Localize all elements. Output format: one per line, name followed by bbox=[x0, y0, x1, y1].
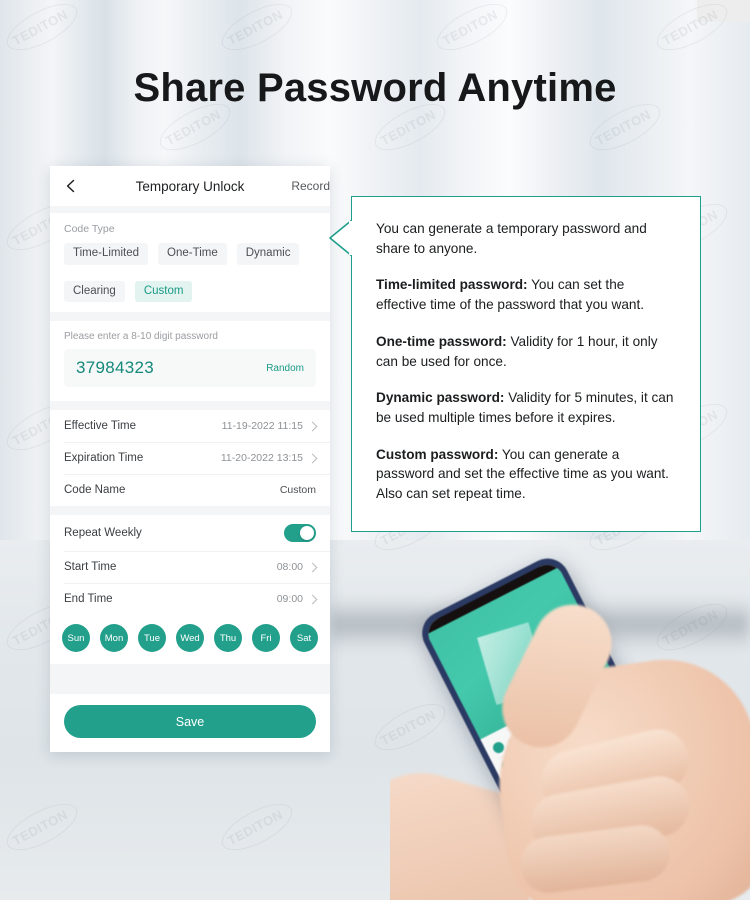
app-screen-panel: Temporary Unlock Records Code Type Time-… bbox=[50, 166, 330, 752]
password-input[interactable]: 37984323 bbox=[76, 358, 266, 378]
row-expiration-time[interactable]: Expiration Time 11-20-2022 13:15 bbox=[50, 442, 330, 474]
code-type-chip-dynamic[interactable]: Dynamic bbox=[236, 243, 300, 265]
code-type-chip-time-limited[interactable]: Time-Limited bbox=[64, 243, 149, 265]
weekday-selector: Sun Mon Tue Wed Thu Fri Sat bbox=[50, 615, 330, 664]
callout-paragraph-time-limited: Time-limited password: You can set the e… bbox=[376, 275, 678, 314]
callout-term: Custom password: bbox=[376, 446, 499, 462]
background-top-right-patch bbox=[697, 0, 750, 22]
row-label: Code Name bbox=[64, 484, 126, 496]
row-effective-time[interactable]: Effective Time 11-19-2022 11:15 bbox=[50, 410, 330, 442]
weekday-tue[interactable]: Tue bbox=[138, 624, 166, 652]
callout-term: One-time password: bbox=[376, 333, 507, 349]
records-link[interactable]: Records bbox=[291, 179, 330, 193]
row-label: End Time bbox=[64, 593, 113, 605]
code-type-chip-custom[interactable]: Custom bbox=[134, 280, 193, 302]
row-label: Start Time bbox=[64, 561, 117, 573]
code-type-chip-clearing[interactable]: Clearing bbox=[64, 280, 125, 302]
code-type-chip-group: Time-Limited One-Time Dynamic Clearing C… bbox=[64, 243, 316, 302]
code-type-section: Code Type Time-Limited One-Time Dynamic … bbox=[50, 213, 330, 312]
panel-filler bbox=[50, 664, 330, 694]
app-navbar: Temporary Unlock Records bbox=[50, 166, 330, 206]
row-label: Repeat Weekly bbox=[64, 527, 142, 539]
weekday-thu[interactable]: Thu bbox=[214, 624, 242, 652]
section-divider bbox=[50, 506, 330, 515]
row-value: Custom bbox=[279, 484, 316, 496]
row-code-name[interactable]: Code Name Custom bbox=[50, 474, 330, 506]
row-repeat-weekly: Repeat Weekly bbox=[50, 515, 330, 551]
random-password-button[interactable]: Random bbox=[266, 363, 304, 374]
row-value: 11-19-2022 11:15 bbox=[221, 420, 303, 432]
weekday-fri[interactable]: Fri bbox=[252, 624, 280, 652]
chevron-left-icon[interactable] bbox=[64, 179, 78, 193]
save-button[interactable]: Save bbox=[64, 705, 316, 738]
callout-paragraph-one-time: One-time password: Validity for 1 hour, … bbox=[376, 332, 678, 371]
chevron-right-icon bbox=[307, 562, 318, 572]
code-type-chip-one-time[interactable]: One-Time bbox=[158, 243, 227, 265]
chevron-right-icon bbox=[307, 453, 318, 463]
callout-tail bbox=[329, 219, 352, 257]
callout-paragraph-dynamic: Dynamic password: Validity for 5 minutes… bbox=[376, 388, 678, 427]
callout-term: Time-limited password: bbox=[376, 277, 528, 293]
row-label: Effective Time bbox=[64, 420, 137, 432]
row-value: 08:00 bbox=[276, 561, 303, 573]
app-title: Temporary Unlock bbox=[135, 178, 245, 194]
callout-paragraph-custom: Custom password: You can generate a pass… bbox=[376, 445, 678, 504]
chevron-right-icon bbox=[307, 594, 318, 604]
weekday-sat[interactable]: Sat bbox=[290, 624, 318, 652]
callout-text: You can generate a temporary password an… bbox=[376, 221, 647, 256]
row-value: 11-20-2022 13:15 bbox=[220, 452, 303, 464]
weekday-wed[interactable]: Wed bbox=[176, 624, 204, 652]
repeat-weekly-toggle[interactable] bbox=[284, 524, 316, 542]
code-type-label: Code Type bbox=[64, 223, 115, 235]
hand-holding-phone-photo bbox=[390, 545, 750, 900]
password-section: Please enter a 8-10 digit password 37984… bbox=[50, 321, 330, 401]
callout-term: Dynamic password: bbox=[376, 390, 505, 406]
repeat-section: Repeat Weekly Start Time 08:00 End Time … bbox=[50, 515, 330, 664]
weekday-mon[interactable]: Mon bbox=[100, 624, 128, 652]
row-label: Expiration Time bbox=[64, 452, 144, 464]
password-input-box[interactable]: 37984323 Random bbox=[64, 349, 316, 387]
section-divider bbox=[50, 206, 330, 213]
info-callout: You can generate a temporary password an… bbox=[351, 196, 701, 532]
save-bar: Save bbox=[50, 694, 330, 752]
time-settings-section: Effective Time 11-19-2022 11:15 Expirati… bbox=[50, 410, 330, 506]
section-divider bbox=[50, 312, 330, 321]
toggle-knob bbox=[300, 526, 314, 540]
row-end-time[interactable]: End Time 09:00 bbox=[50, 583, 330, 615]
section-divider bbox=[50, 401, 330, 410]
row-start-time[interactable]: Start Time 08:00 bbox=[50, 551, 330, 583]
callout-paragraph-intro: You can generate a temporary password an… bbox=[376, 219, 678, 258]
chevron-right-icon bbox=[307, 421, 318, 431]
page-title: Share Password Anytime bbox=[133, 66, 617, 110]
weekday-sun[interactable]: Sun bbox=[62, 624, 90, 652]
password-hint: Please enter a 8-10 digit password bbox=[64, 331, 218, 342]
row-value: 09:00 bbox=[276, 593, 303, 605]
